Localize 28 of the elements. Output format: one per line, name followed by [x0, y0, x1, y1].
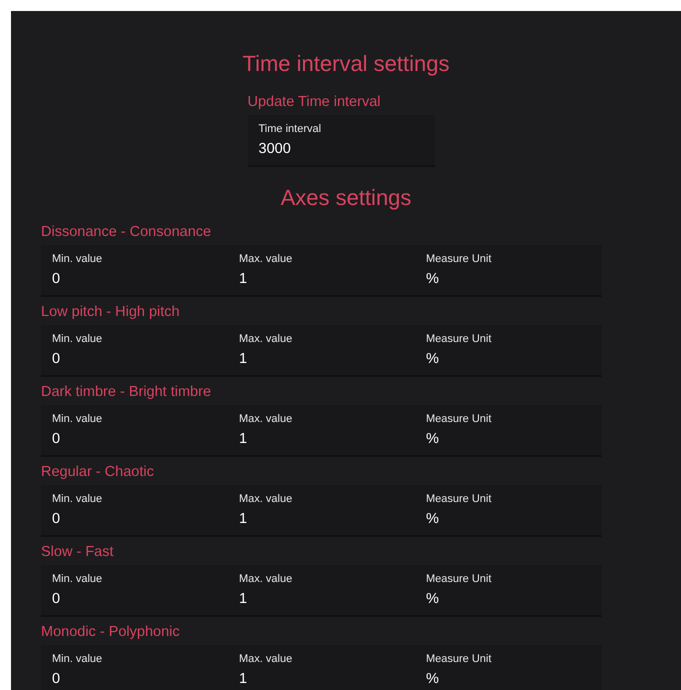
axis-title: Regular - Chaotic — [41, 463, 155, 481]
measure-unit-field[interactable]: Measure Unit % — [415, 245, 602, 297]
min-value-field[interactable]: Min. value 0 — [41, 485, 228, 537]
min-value-field[interactable]: Min. value 0 — [41, 645, 228, 690]
measure-unit-field[interactable]: Measure Unit % — [415, 485, 602, 537]
section-title: Axes settings — [280, 185, 412, 211]
measure-unit-field[interactable]: Measure Unit % — [415, 405, 602, 457]
measure-unit-field[interactable]: Measure Unit % — [415, 645, 602, 690]
min-value-field[interactable]: Min. value 0 — [41, 325, 228, 377]
time-interval-field[interactable]: Time interval 3000 — [248, 115, 434, 167]
measure-unit-field[interactable]: Measure Unit % — [415, 565, 602, 617]
measure-unit-field[interactable]: Measure Unit % — [415, 325, 602, 377]
section-title: Time interval settings — [242, 51, 450, 77]
max-value-field[interactable]: Max. value 1 — [228, 405, 415, 457]
axis-title: Dark timbre - Bright timbre — [41, 383, 212, 401]
axis-title: Low pitch - High pitch — [41, 303, 181, 321]
axis-title: Slow - Fast — [41, 543, 115, 561]
max-value-field[interactable]: Max. value 1 — [228, 245, 415, 297]
min-value-field[interactable]: Min. value 0 — [41, 405, 228, 457]
axis-title: Dissonance - Consonance — [41, 223, 212, 241]
axis-title: Monodic - Polyphonic — [41, 623, 181, 641]
max-value-field[interactable]: Max. value 1 — [228, 565, 415, 617]
max-value-field[interactable]: Max. value 1 — [228, 485, 415, 537]
max-value-field[interactable]: Max. value 1 — [228, 645, 415, 690]
max-value-field[interactable]: Max. value 1 — [228, 325, 415, 377]
subsection-title: Update Time interval — [248, 93, 382, 111]
min-value-field[interactable]: Min. value 0 — [41, 245, 228, 297]
min-value-field[interactable]: Min. value 0 — [41, 565, 228, 617]
